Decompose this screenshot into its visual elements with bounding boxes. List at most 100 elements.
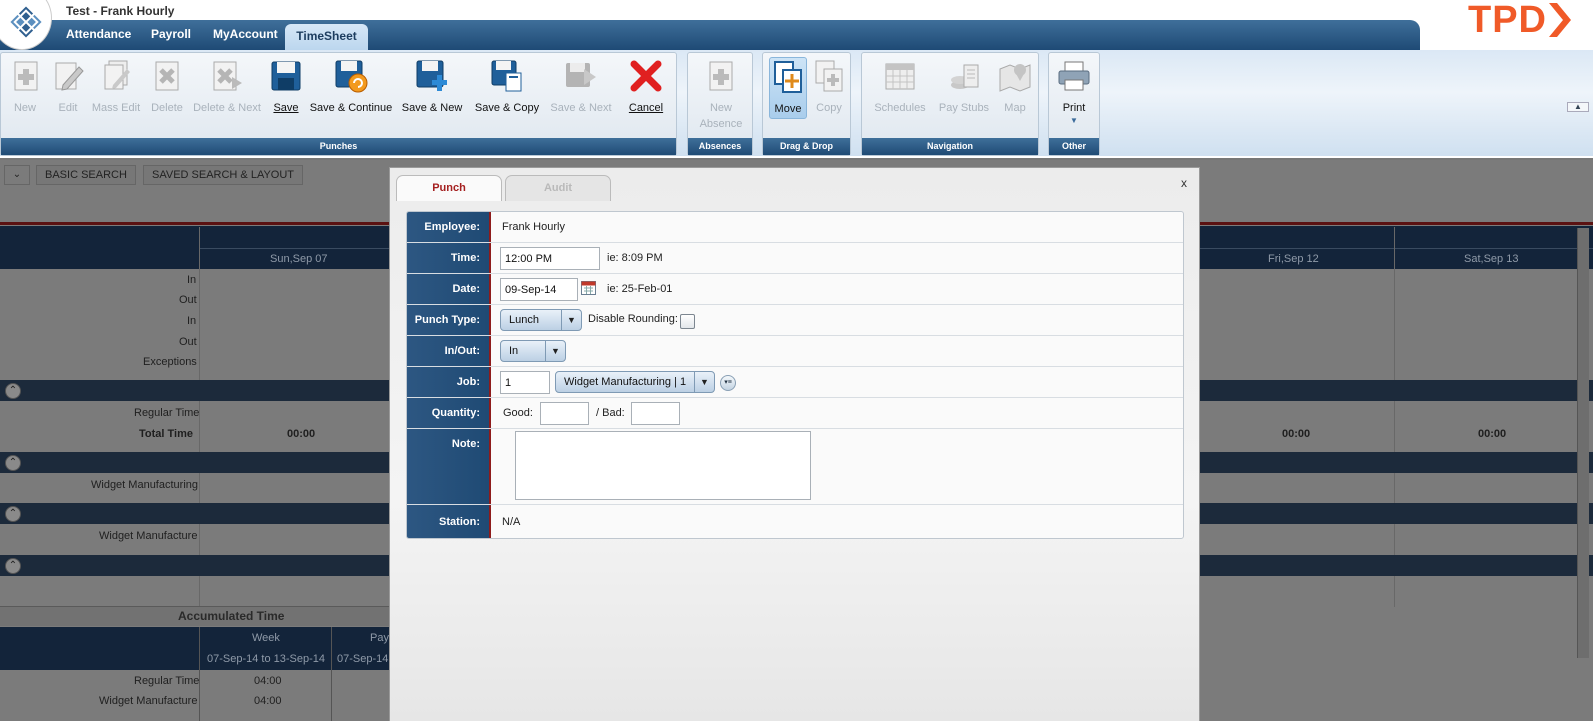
accumulated-regular-time-value: 04:00	[254, 675, 282, 687]
date-row: Date: 09-Sep-14 ie: 25-Feb-01	[407, 274, 1183, 305]
collapse-toggle-icon[interactable]: ⌄	[4, 165, 30, 185]
copy-button[interactable]: Copy	[811, 59, 847, 114]
note-textarea[interactable]	[515, 431, 811, 500]
total-time-value: 00:00	[287, 428, 316, 440]
nav-myaccount[interactable]: MyAccount	[213, 27, 278, 41]
schedules-button[interactable]: Schedules	[870, 59, 930, 114]
inout-row: In/Out: In ▼	[407, 336, 1183, 367]
delete-next-button[interactable]: Delete & Next	[193, 59, 261, 114]
job-code-input[interactable]: 1	[500, 371, 550, 394]
station-row: Station: N/A	[407, 505, 1183, 538]
mass-edit-button[interactable]: Mass Edit	[91, 59, 141, 114]
app-logo-icon[interactable]	[6, 2, 46, 42]
total-time-value: 00:00	[1478, 428, 1507, 440]
new-button[interactable]: New	[9, 59, 41, 114]
save-button[interactable]: Save	[269, 59, 303, 114]
copy-label: Copy	[816, 102, 842, 114]
new-absence-label-2: Absence	[699, 118, 743, 130]
accumulated-regular-time-label: Regular Time	[134, 675, 200, 687]
print-button[interactable]: Print ▼	[1055, 59, 1093, 125]
move-label: Move	[774, 103, 802, 115]
job-row: Job: 1 Widget Manufacturing | 1 ▼ ▾≡	[407, 367, 1183, 398]
new-document-icon	[14, 61, 38, 91]
save-copy-button[interactable]: Save & Copy	[473, 59, 541, 114]
save-continue-button[interactable]: Save & Continue	[308, 59, 394, 114]
expand-section-icon[interactable]: ⌃	[5, 506, 21, 522]
ribbon-group-punches: New Edit Mass Edit Delete Delete & Next …	[0, 52, 677, 156]
quantity-row: Quantity: Good: / Bad:	[407, 398, 1183, 429]
punch-type-label: Punch Type:	[414, 314, 480, 326]
save-next-label: Save & Next	[550, 102, 612, 114]
day-header-fri: Fri,Sep 12	[1268, 253, 1319, 265]
employee-row: Employee: Frank Hourly	[407, 212, 1183, 243]
app-header: Test - Frank Hourly Attendance Payroll M…	[0, 0, 1593, 50]
calendar-icon[interactable]	[581, 280, 596, 295]
map-button[interactable]: Map	[998, 59, 1032, 114]
navigation-group-label: Navigation	[862, 138, 1038, 155]
new-absence-button[interactable]: New Absence	[696, 59, 746, 130]
save-label: Save	[273, 102, 299, 114]
move-button[interactable]: Move	[769, 57, 807, 119]
inout-selected: In	[509, 345, 519, 357]
nav-payroll[interactable]: Payroll	[151, 27, 191, 41]
accumulated-time-title: Accumulated Time	[178, 609, 285, 623]
punch-type-select[interactable]: Lunch ▼	[500, 309, 582, 331]
cancel-x-icon	[630, 60, 662, 92]
brand-text: TPD	[1468, 0, 1547, 41]
absences-group-label: Absences	[688, 138, 752, 155]
delete-button[interactable]: Delete	[148, 59, 186, 114]
nav-attendance[interactable]: Attendance	[66, 27, 131, 41]
expand-section-icon[interactable]: ⌃	[5, 558, 21, 574]
good-quantity-input[interactable]	[540, 402, 589, 425]
job-selected: Widget Manufacturing | 1	[564, 376, 687, 388]
nav-timesheet[interactable]: TimeSheet	[285, 24, 368, 50]
row-label-in: In	[187, 315, 197, 327]
punch-form: Employee: Frank Hourly Time: 12:00 PM ie…	[406, 211, 1184, 539]
row-label-in: In	[187, 274, 197, 286]
mass-edit-label: Mass Edit	[91, 102, 141, 114]
pay-stubs-button[interactable]: Pay Stubs	[936, 59, 992, 114]
inout-label: In/Out:	[444, 345, 480, 357]
inout-select[interactable]: In ▼	[500, 340, 566, 362]
total-time-value: 00:00	[1282, 428, 1311, 440]
close-icon[interactable]: x	[1181, 176, 1187, 190]
punch-type-selected: Lunch	[509, 314, 539, 326]
save-next-button[interactable]: Save & Next	[548, 59, 614, 114]
station-value: N/A	[502, 516, 521, 528]
accumulated-week-range: 07-Sep-14 to 13-Sep-14	[207, 653, 326, 665]
tab-punch[interactable]: Punch	[396, 175, 502, 201]
ribbon-toolbar: New Edit Mass Edit Delete Delete & Next …	[0, 50, 1593, 158]
date-input[interactable]: 09-Sep-14	[500, 278, 578, 301]
ribbon-group-absences: New Absence Absences	[687, 52, 753, 156]
save-new-icon	[416, 60, 447, 91]
edit-button[interactable]: Edit	[51, 59, 85, 114]
col-divider	[331, 627, 332, 721]
quantity-label: Quantity:	[431, 407, 480, 419]
new-absence-label-1: New	[709, 102, 732, 114]
delete-next-icon	[213, 61, 242, 91]
expand-section-icon[interactable]: ⌃	[5, 455, 21, 471]
cancel-button[interactable]: Cancel	[622, 59, 670, 114]
time-input[interactable]: 12:00 PM	[500, 247, 600, 270]
print-dropdown-arrow-icon[interactable]: ▼	[1055, 116, 1093, 125]
expand-section-icon[interactable]: ⌃	[5, 383, 21, 399]
grid-scrollbar[interactable]	[1577, 228, 1589, 658]
tab-audit[interactable]: Audit	[505, 175, 611, 201]
ribbon-collapse-button[interactable]: ▲	[1567, 102, 1589, 112]
save-copy-icon	[491, 60, 522, 92]
tab-saved-search-layout[interactable]: SAVED SEARCH & LAYOUT	[143, 165, 304, 185]
tab-basic-search[interactable]: BASIC SEARCH	[36, 165, 136, 185]
printer-icon	[1058, 61, 1090, 91]
date-hint: ie: 25-Feb-01	[607, 283, 673, 295]
row-label-out: Out	[179, 294, 197, 306]
ribbon-group-navigation: Schedules Pay Stubs Map Navigation	[861, 52, 1039, 156]
job-select[interactable]: Widget Manufacturing | 1 ▼	[555, 371, 715, 393]
disable-rounding-checkbox[interactable]	[680, 314, 695, 329]
pay-stubs-icon	[951, 64, 979, 89]
date-label: Date:	[452, 283, 480, 295]
day-header-sat: Sat,Sep 13	[1464, 253, 1519, 265]
bad-quantity-input[interactable]	[631, 402, 680, 425]
disable-rounding-label: Disable Rounding:	[588, 313, 678, 325]
save-new-button[interactable]: Save & New	[399, 59, 465, 114]
job-details-icon[interactable]: ▾≡	[720, 375, 736, 391]
